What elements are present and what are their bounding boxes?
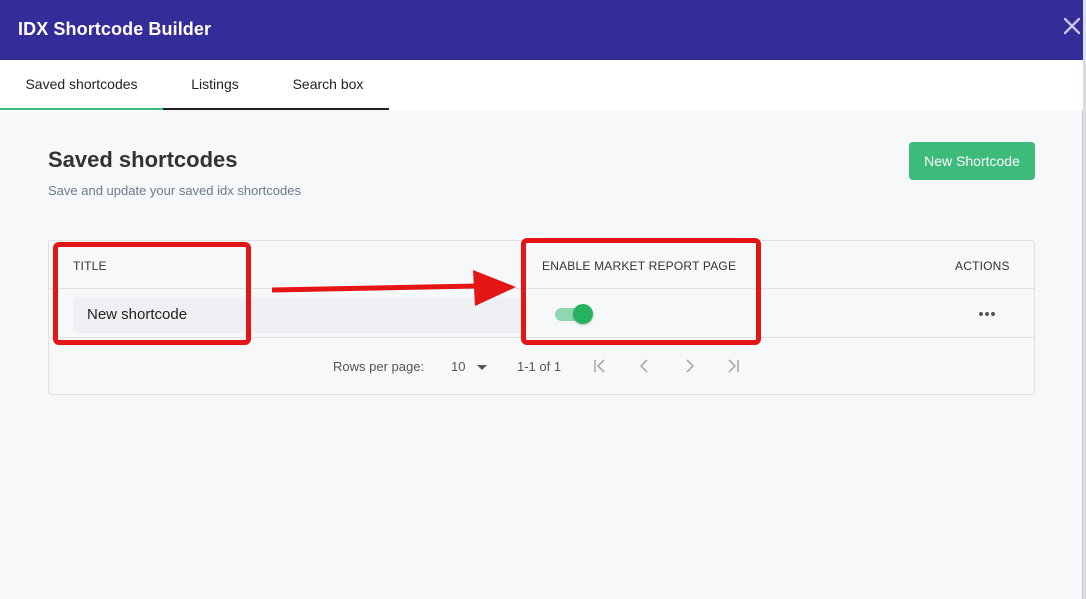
caret-down-icon [477, 365, 487, 370]
last-page-button[interactable] [724, 357, 742, 375]
last-page-icon [728, 359, 739, 373]
page-title: Saved shortcodes [48, 147, 238, 172]
column-header-title[interactable]: TITLE [73, 259, 107, 273]
next-page-button[interactable] [680, 357, 698, 375]
red-arrow-icon [271, 270, 516, 306]
first-page-icon [594, 359, 605, 373]
modal-title: IDX Shortcode Builder [18, 19, 212, 39]
chevron-left-icon [639, 359, 648, 373]
rows-per-page-label: Rows per page: [333, 359, 425, 374]
pagination-range: 1-1 of 1 [517, 359, 562, 374]
previous-page-button[interactable] [636, 357, 654, 375]
toggle-knob [573, 304, 593, 324]
tab-listings[interactable]: Listings [163, 60, 267, 110]
rows-per-page-select[interactable]: 10 [451, 359, 491, 377]
market-report-toggle[interactable] [555, 304, 593, 324]
shortcode-builder-modal: IDX Shortcode Builder Saved shortcodes L… [0, 0, 1083, 599]
tab-saved-shortcodes[interactable]: Saved shortcodes [0, 60, 163, 110]
more-horizontal-icon [979, 312, 995, 316]
chevron-right-icon [686, 359, 695, 373]
table-header: TITLE ENABLE MARKET REPORT PAGE ACTIONS [49, 241, 1034, 289]
close-button[interactable] [1060, 14, 1084, 38]
column-header-actions: ACTIONS [955, 259, 1010, 273]
close-icon [1063, 17, 1081, 35]
page-subtitle: Save and update your saved idx shortcode… [48, 183, 301, 198]
tab-bar: Saved shortcodes Listings Search box [0, 60, 1083, 110]
column-header-enable-market-report[interactable]: ENABLE MARKET REPORT PAGE [542, 259, 736, 273]
first-page-button[interactable] [591, 357, 609, 375]
new-shortcode-button[interactable]: New Shortcode [909, 142, 1035, 180]
tab-search-box[interactable]: Search box [267, 60, 389, 110]
modal-header: IDX Shortcode Builder [0, 0, 1083, 60]
table-row: New shortcode [49, 290, 1034, 338]
shortcodes-table: TITLE ENABLE MARKET REPORT PAGE ACTIONS … [48, 240, 1035, 395]
table-pagination: Rows per page: 10 1-1 of 1 [49, 339, 1034, 395]
row-actions-button[interactable] [973, 304, 1001, 324]
rows-per-page-value: 10 [451, 359, 466, 374]
